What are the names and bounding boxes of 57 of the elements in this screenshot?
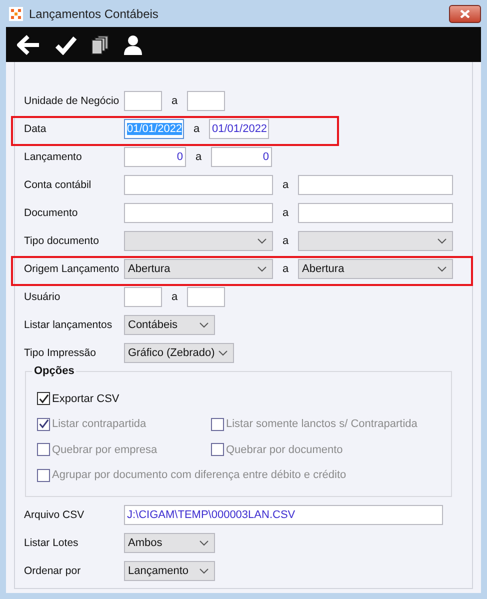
field-label: Unidade de Negócio <box>24 95 120 107</box>
input-field[interactable] <box>124 91 162 111</box>
close-button[interactable] <box>449 4 481 22</box>
input-field[interactable] <box>298 203 453 223</box>
app-icon <box>9 6 23 20</box>
group-title: Opções <box>32 365 76 377</box>
range-separator: a <box>170 291 179 303</box>
chevron-down-icon <box>437 238 447 244</box>
field-label: Conta contábil <box>24 179 92 191</box>
dropdown[interactable]: Abertura <box>124 259 273 279</box>
dropdown[interactable]: Gráfico (Zebrado) <box>124 343 234 363</box>
field-label: Data <box>24 123 48 135</box>
checkmark-icon[interactable] <box>53 34 79 54</box>
input-field[interactable] <box>124 175 273 195</box>
chevron-down-icon <box>257 266 267 272</box>
dropdown[interactable]: Abertura <box>298 259 453 279</box>
chevron-down-icon <box>199 568 209 574</box>
input-field[interactable] <box>124 287 162 307</box>
input-field[interactable]: 0 <box>211 147 272 167</box>
window-title: Lançamentos Contábeis <box>29 6 160 20</box>
chevron-down-icon <box>257 238 267 244</box>
field-label: Listar Lotes <box>24 537 80 549</box>
field-label: Ordenar por <box>24 565 82 577</box>
field-label: Tipo Impressão <box>24 347 97 359</box>
dropdown[interactable]: Ambos <box>124 533 215 553</box>
chevron-down-icon <box>218 350 228 356</box>
dropdown[interactable]: Lançamento <box>124 561 215 581</box>
field-label: Tipo documento <box>24 235 100 247</box>
checkbox[interactable] <box>37 392 50 406</box>
checkbox-option[interactable]: Exportar CSV <box>37 392 209 406</box>
close-icon <box>460 10 470 18</box>
field-label: Arquivo CSV <box>24 509 86 521</box>
chevron-down-icon <box>199 322 209 328</box>
range-separator: a <box>281 179 290 191</box>
range-separator: a <box>170 95 179 107</box>
range-separator: a <box>194 151 203 163</box>
range-separator: a <box>281 207 290 219</box>
user-icon[interactable] <box>121 34 145 54</box>
range-separator: a <box>281 263 290 275</box>
range-separator: a <box>281 235 290 247</box>
input-field[interactable]: 01/01/2022 <box>209 119 269 139</box>
input-field[interactable] <box>187 91 225 111</box>
field-label: Origem Lançamento <box>24 263 120 275</box>
dropdown[interactable]: Contábeis <box>124 315 215 335</box>
input-field[interactable] <box>187 287 225 307</box>
field-label: Documento <box>24 207 79 219</box>
field-label: Lançamento <box>24 151 83 163</box>
range-separator: a <box>192 123 201 135</box>
field-label: Usuário <box>24 291 62 303</box>
field-label: Listar lançamentos <box>24 319 114 331</box>
input-field[interactable]: 0 <box>124 147 186 167</box>
input-field[interactable] <box>124 203 273 223</box>
input-field[interactable] <box>298 175 453 195</box>
input-field[interactable]: J:\CIGAM\TEMP\000003LAN.CSV <box>124 505 443 525</box>
documents-icon[interactable] <box>89 34 111 54</box>
chevron-down-icon <box>199 540 209 546</box>
chevron-down-icon <box>437 266 447 272</box>
